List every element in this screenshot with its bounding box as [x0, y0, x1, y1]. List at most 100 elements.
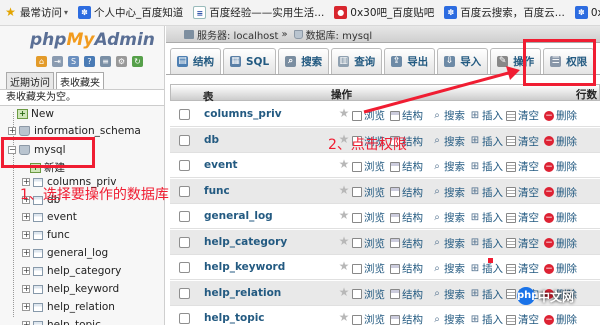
row-checkbox[interactable] [179, 287, 190, 299]
bookmark-item[interactable]: ≡ 百度经验——实用生活... [189, 5, 328, 20]
empty-button[interactable]: 清空 [506, 210, 539, 225]
row-checkbox[interactable] [179, 109, 190, 120]
browse-button[interactable]: 浏览 [352, 261, 385, 276]
tree-item-table[interactable]: + general_log [22, 247, 108, 259]
drop-button[interactable]: − 删除 [544, 108, 577, 123]
expand-icon[interactable]: + [22, 303, 30, 311]
browse-button[interactable]: 浏览 [352, 312, 385, 325]
drop-button[interactable]: − 删除 [544, 159, 577, 174]
browse-button[interactable]: 浏览 [352, 185, 385, 200]
search-button[interactable]: ⌕ 搜索 [432, 312, 465, 325]
row-checkbox[interactable] [179, 236, 190, 248]
browse-button[interactable]: 浏览 [352, 210, 385, 225]
row-checkbox[interactable] [179, 185, 190, 197]
reload-icon[interactable]: ↻ [132, 56, 143, 67]
bookmark-item[interactable]: ✽ 百度云搜索，百度云... [440, 5, 569, 20]
table-name-link[interactable]: columns_priv [204, 108, 282, 120]
tree-item-table[interactable]: + func [22, 229, 70, 241]
favorite-star-button[interactable]: ★ [338, 209, 352, 221]
insert-button[interactable]: ⊞ 插入 [470, 287, 503, 302]
docs-icon[interactable]: ≡ [100, 56, 111, 67]
sql-query-icon[interactable]: S [68, 56, 79, 67]
bookmark-item[interactable]: ● 0x30吧_百度贴吧 [330, 5, 438, 20]
tree-item-table[interactable]: + help_topic [22, 319, 101, 325]
browse-button[interactable]: 浏览 [352, 159, 385, 174]
breadcrumb-database[interactable]: 数据库: mysql [306, 27, 373, 42]
drop-button[interactable]: − 删除 [544, 185, 577, 200]
table-name-link[interactable]: func [204, 185, 230, 197]
drop-button[interactable]: − 删除 [544, 134, 577, 149]
insert-button[interactable]: ⊞ 插入 [470, 261, 503, 276]
favorite-star-button[interactable]: ★ [338, 158, 352, 170]
tab-export[interactable]: ⇪ 导出 [384, 48, 436, 74]
empty-button[interactable]: 清空 [506, 185, 539, 200]
expand-icon[interactable]: + [8, 127, 16, 135]
structure-button[interactable]: 结构 [390, 261, 423, 276]
search-button[interactable]: ⌕ 搜索 [432, 108, 465, 123]
favorite-star-button[interactable]: ★ [338, 286, 352, 298]
insert-button[interactable]: ⊞ 插入 [470, 210, 503, 225]
search-button[interactable]: ⌕ 搜索 [432, 261, 465, 276]
search-button[interactable]: ⌕ 搜索 [432, 210, 465, 225]
structure-button[interactable]: 结构 [390, 185, 423, 200]
structure-button[interactable]: 结构 [390, 159, 423, 174]
tree-item-information-schema[interactable]: + information_schema [8, 125, 141, 137]
insert-button[interactable]: ⊞ 插入 [470, 236, 503, 251]
help-icon[interactable]: ? [84, 56, 95, 67]
home-icon[interactable]: ⌂ [36, 56, 47, 67]
table-name-link[interactable]: db [204, 134, 219, 146]
tab-sql[interactable]: ▦ SQL [223, 48, 277, 74]
phpmyadmin-logo[interactable]: phpMyAdmin [30, 30, 155, 50]
tree-item-table[interactable]: + event [22, 211, 77, 223]
browse-button[interactable]: 浏览 [352, 236, 385, 251]
structure-button[interactable]: 结构 [390, 236, 423, 251]
search-button[interactable]: ⌕ 搜索 [432, 287, 465, 302]
breadcrumb-server[interactable]: 服务器: localhost [197, 27, 278, 42]
row-checkbox[interactable] [179, 262, 190, 273]
tree-item-table[interactable]: + help_category [22, 265, 121, 277]
favorite-star-button[interactable]: ★ [338, 184, 352, 196]
drop-button[interactable]: − 删除 [544, 312, 577, 325]
structure-button[interactable]: 结构 [390, 108, 423, 123]
favorite-star-button[interactable]: ★ [338, 107, 352, 119]
row-checkbox[interactable] [179, 134, 190, 146]
structure-button[interactable]: 结构 [390, 287, 423, 302]
expand-icon[interactable]: + [22, 213, 30, 221]
empty-button[interactable]: 清空 [506, 159, 539, 174]
table-name-link[interactable]: general_log [204, 210, 273, 222]
bookmark-item[interactable]: ✽ 个人中心_百度知道 [74, 5, 187, 20]
table-name-link[interactable]: help_category [204, 236, 287, 248]
row-checkbox[interactable] [179, 160, 190, 171]
gear-icon[interactable]: ⚙ [116, 56, 127, 67]
expand-icon[interactable]: + [22, 267, 30, 275]
tab-search[interactable]: ⌕ 搜索 [278, 48, 330, 74]
tree-item-new[interactable]: + New [17, 108, 54, 120]
tab-query[interactable]: ▥ 查询 [331, 48, 383, 74]
empty-button[interactable]: 清空 [506, 261, 539, 276]
empty-button[interactable]: 清空 [506, 236, 539, 251]
table-name-link[interactable]: event [204, 159, 238, 171]
table-name-link[interactable]: help_relation [204, 287, 281, 299]
insert-button[interactable]: ⊞ 插入 [470, 108, 503, 123]
search-button[interactable]: ⌕ 搜索 [432, 236, 465, 251]
bookmark-most-visited[interactable]: ★ 最常访问 ▾ [0, 5, 72, 20]
favorite-star-button[interactable]: ★ [338, 311, 352, 323]
insert-button[interactable]: ⊞ 插入 [470, 134, 503, 149]
tab-structure[interactable]: ▤ 结构 [170, 48, 221, 74]
expand-icon[interactable]: + [22, 321, 30, 325]
expand-icon[interactable]: + [22, 249, 30, 257]
logout-icon[interactable]: ⇥ [52, 56, 63, 67]
insert-button[interactable]: ⊞ 插入 [470, 312, 503, 325]
bookmark-item[interactable]: ✽0x30_知道团队_百度 [571, 5, 600, 20]
table-name-link[interactable]: help_topic [204, 312, 265, 324]
row-checkbox[interactable] [179, 211, 190, 222]
tab-import[interactable]: ⇩ 导入 [437, 48, 489, 74]
search-button[interactable]: ⌕ 搜索 [432, 159, 465, 174]
structure-button[interactable]: 结构 [390, 312, 423, 325]
drop-button[interactable]: − 删除 [544, 210, 577, 225]
empty-button[interactable]: 清空 [506, 108, 539, 123]
row-checkbox[interactable] [179, 313, 190, 324]
browse-button[interactable]: 浏览 [352, 108, 385, 123]
drop-button[interactable]: − 删除 [544, 261, 577, 276]
browse-button[interactable]: 浏览 [352, 287, 385, 302]
